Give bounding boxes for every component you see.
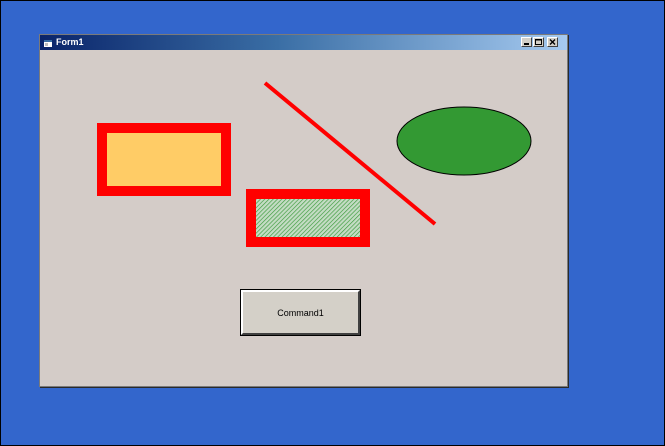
form-icon (44, 38, 53, 47)
orange-rectangle (97, 123, 231, 196)
minimize-icon (524, 43, 529, 45)
form-window[interactable]: Form1 Command1 (39, 34, 568, 387)
green-ellipse (396, 106, 532, 176)
close-icon (549, 39, 556, 45)
close-button[interactable] (547, 37, 558, 47)
desktop-background: Form1 Command1 (0, 0, 665, 446)
title-bar[interactable]: Form1 (40, 35, 567, 50)
minimize-button[interactable] (521, 37, 532, 47)
maximize-button[interactable] (533, 37, 544, 47)
window-title: Form1 (56, 37, 84, 47)
form-canvas (97, 81, 532, 247)
hatched-green-rectangle (246, 189, 370, 247)
command1-button[interactable]: Command1 (240, 289, 361, 336)
maximize-icon (535, 39, 542, 45)
